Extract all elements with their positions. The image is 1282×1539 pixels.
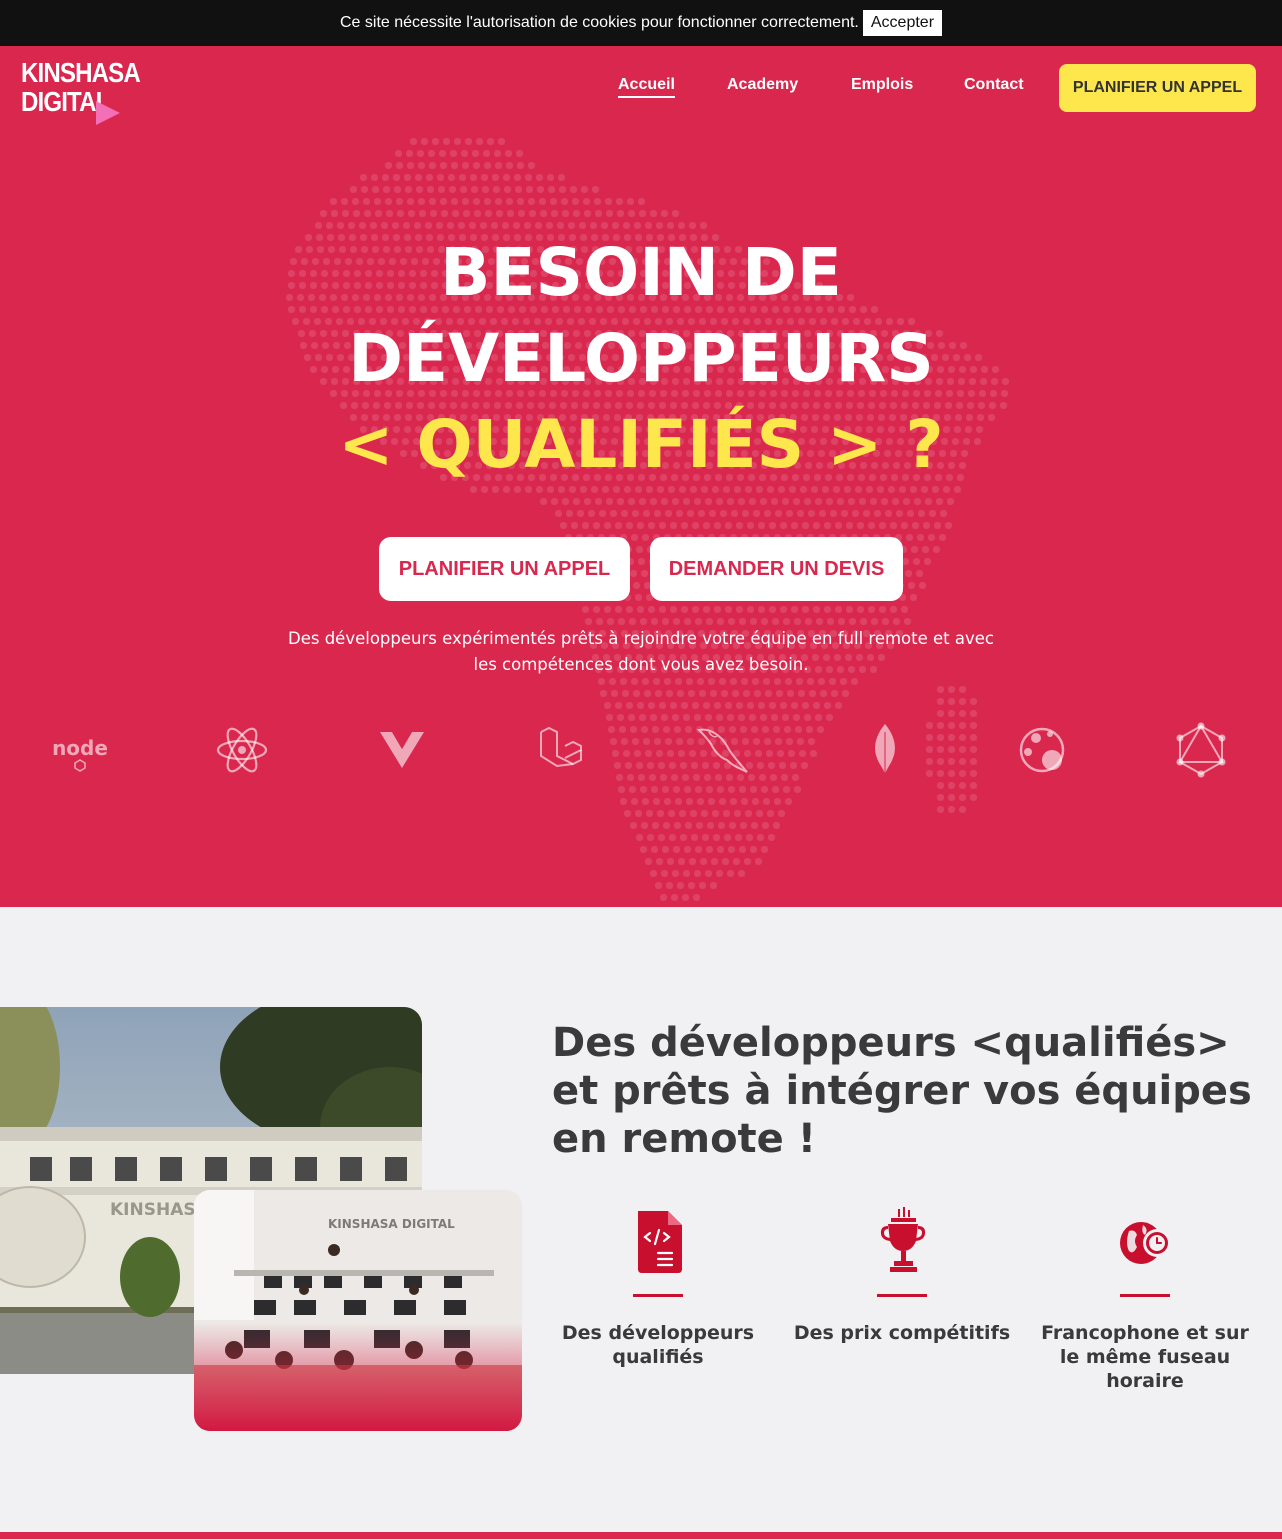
feature-divider — [633, 1294, 683, 1297]
feature-label: Francophone et sur le même fuseau horair… — [1041, 1322, 1249, 1392]
trophy-icon — [880, 1207, 926, 1272]
nav-academy[interactable]: Academy — [727, 76, 798, 94]
play-icon — [96, 101, 120, 125]
mysql-icon — [696, 728, 748, 773]
accept-cookies-button[interactable]: Accepter — [862, 10, 943, 36]
nav-emplois[interactable]: Emplois — [851, 76, 913, 94]
hero-title: BESOIN DE DÉVELOPPEURS < QUALIFIÉS > ? — [0, 230, 1282, 488]
react-icon — [216, 727, 268, 773]
globe-clock-icon — [1120, 1222, 1171, 1264]
svg-text:node: node — [52, 736, 108, 760]
request-quote-button[interactable]: DEMANDER UN DEVIS — [650, 537, 903, 601]
graphql-icon — [1176, 722, 1226, 778]
feature-label: Des prix compétitifs — [793, 1322, 1011, 1344]
next-section-edge — [0, 1532, 1282, 1539]
nodejs-icon: node — [52, 736, 108, 772]
socketio-icon — [1019, 727, 1065, 773]
feature-label: Des développeurs qualifiés — [561, 1322, 755, 1368]
cookie-message: Ce site nécessite l'autorisation de cook… — [339, 14, 859, 31]
features-section: KINSHASA KINSHASA DIGITAL — [0, 907, 1282, 1532]
feature-francophone-timezone: Francophone et sur le même fuseau horair… — [1035, 1207, 1255, 1393]
cookie-banner: Ce site nécessite l'autorisation de cook… — [0, 0, 1282, 46]
feature-divider — [1120, 1294, 1170, 1297]
nav-schedule-call-button[interactable]: PLANIFIER UN APPEL — [1059, 64, 1256, 112]
hero-title-line-2: DÉVELOPPEURS — [348, 320, 934, 397]
schedule-call-button[interactable]: PLANIFIER UN APPEL — [379, 537, 630, 601]
laravel-icon — [540, 726, 582, 768]
classroom-photo: KINSHASA DIGITAL — [194, 1190, 522, 1431]
hero-subtitle: Des développeurs expérimentés prêts à re… — [288, 629, 994, 674]
feature-competitive-prices: Des prix compétitifs — [792, 1207, 1012, 1345]
vue-icon — [380, 732, 424, 768]
feature-qualified-devs: Des développeurs qualifiés — [548, 1207, 768, 1369]
section-title: Des développeurs <qualifiés> et prêts à … — [552, 1020, 1252, 1162]
feature-divider — [877, 1294, 927, 1297]
nav-accueil[interactable]: Accueil — [618, 76, 675, 98]
nav-contact[interactable]: Contact — [964, 76, 1024, 94]
hero-title-line-1: BESOIN DE — [440, 234, 842, 311]
mongodb-icon — [875, 724, 895, 776]
hero-title-line-3: < QUALIFIÉS > ? — [338, 406, 944, 483]
hero-section: KINSHASA DIGITAL Accueil Academy Emplois… — [0, 46, 1282, 907]
code-file-icon — [638, 1211, 682, 1273]
